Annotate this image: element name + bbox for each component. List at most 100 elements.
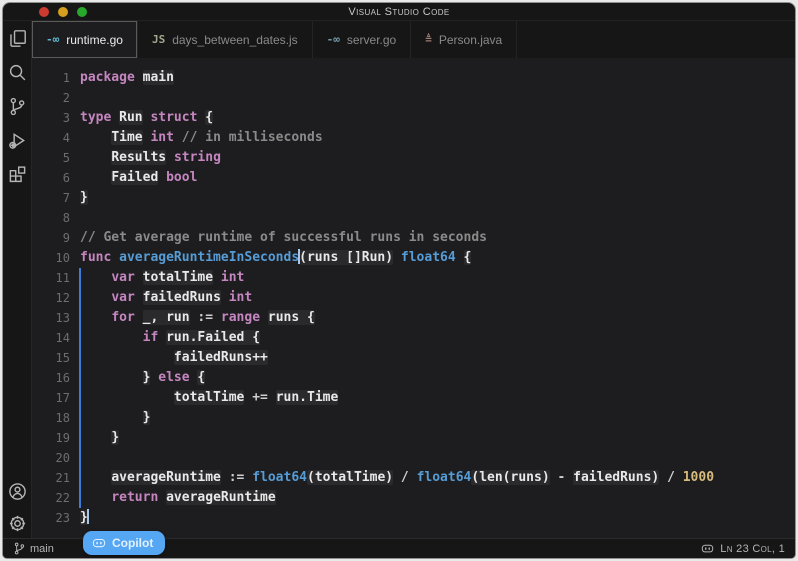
- code-line[interactable]: 4 Time int // in milliseconds: [32, 128, 795, 148]
- tab-runtime.go[interactable]: -∞ runtime.go: [32, 21, 138, 58]
- activity-search-button[interactable]: [6, 61, 28, 83]
- code-text: // Get average runtime of successful run…: [80, 228, 487, 248]
- activity-extensions-button[interactable]: [6, 163, 28, 185]
- code-text: func averageRuntimeInSeconds(runs []Run)…: [80, 248, 471, 268]
- js-file-icon: JS: [152, 33, 165, 46]
- java-file-icon: ≜: [425, 33, 432, 46]
- activity-explorer-button[interactable]: [6, 27, 28, 49]
- activity-bar: [3, 21, 32, 538]
- line-number: 23: [32, 508, 80, 528]
- code-text: averageRuntime := float64(totalTime) / f…: [80, 468, 714, 488]
- tab-label: Person.java: [439, 33, 502, 47]
- code-text: Results string: [80, 148, 221, 168]
- run-debug-icon: [8, 131, 27, 150]
- activity-account-button[interactable]: [6, 480, 28, 502]
- activity-source-control-button[interactable]: [6, 95, 28, 117]
- code-line[interactable]: 8: [32, 208, 795, 228]
- copilot-status[interactable]: [701, 542, 714, 555]
- code-text: return averageRuntime: [80, 488, 276, 508]
- line-number: 4: [32, 128, 80, 148]
- git-branch-icon: [13, 542, 26, 555]
- branch-name: main: [30, 543, 54, 555]
- title-bar: Visual Studio Code: [3, 3, 795, 21]
- line-number: 22: [32, 488, 80, 508]
- text-cursor: [87, 509, 89, 524]
- code-line[interactable]: 11 var totalTime int: [32, 268, 795, 288]
- code-text: }: [80, 508, 88, 528]
- code-text: }: [80, 188, 88, 208]
- line-number: 15: [32, 348, 80, 368]
- code-line[interactable]: 3type Run struct {: [32, 108, 795, 128]
- vscode-window: Visual Studio Code -∞ runtime.go JS days_be…: [2, 2, 796, 559]
- code-line[interactable]: 13 for _, run := range runs {: [32, 308, 795, 328]
- settings-gear-icon: [8, 514, 27, 533]
- line-number: 21: [32, 468, 80, 488]
- code-text: } else {: [80, 368, 205, 388]
- copilot-icon: [701, 542, 714, 555]
- code-line[interactable]: 15 failedRuns++: [32, 348, 795, 368]
- code-line[interactable]: 19 }: [32, 428, 795, 448]
- activity-run-debug-button[interactable]: [6, 129, 28, 151]
- tab-label: runtime.go: [66, 33, 123, 47]
- code-text: package main: [80, 68, 174, 88]
- line-number: 12: [32, 288, 80, 308]
- code-line[interactable]: 23}: [32, 508, 795, 528]
- code-line[interactable]: 18 }: [32, 408, 795, 428]
- code-line[interactable]: 10func averageRuntimeInSeconds(runs []Ru…: [32, 248, 795, 268]
- line-number: 5: [32, 148, 80, 168]
- line-number: 16: [32, 368, 80, 388]
- copilot-button[interactable]: Copilot: [83, 531, 165, 555]
- tab-server.go[interactable]: -∞server.go: [313, 21, 412, 58]
- code-line[interactable]: 9// Get average runtime of successful ru…: [32, 228, 795, 248]
- line-number: 19: [32, 428, 80, 448]
- line-number: 14: [32, 328, 80, 348]
- code-line[interactable]: 22 return averageRuntime: [32, 488, 795, 508]
- line-number: 18: [32, 408, 80, 428]
- go-file-icon: -∞: [327, 33, 340, 46]
- code-text: for _, run := range runs {: [80, 308, 315, 328]
- line-number: 1: [32, 68, 80, 88]
- code-line[interactable]: 21 averageRuntime := float64(totalTime) …: [32, 468, 795, 488]
- code-line[interactable]: 14 if run.Failed {: [32, 328, 795, 348]
- code-line[interactable]: 5 Results string: [32, 148, 795, 168]
- code-line[interactable]: 1package main: [32, 68, 795, 88]
- code-text: Time int // in milliseconds: [80, 128, 323, 148]
- code-text: var failedRuns int: [80, 288, 252, 308]
- tab-label: days_between_dates.js: [172, 33, 297, 47]
- line-number: 8: [32, 208, 80, 228]
- line-number: 9: [32, 228, 80, 248]
- code-line[interactable]: 16 } else {: [32, 368, 795, 388]
- code-text: Failed bool: [80, 168, 197, 188]
- code-line[interactable]: 7}: [32, 188, 795, 208]
- code-text: if run.Failed {: [80, 328, 260, 348]
- tab-days_between_dates.js[interactable]: JS days_between_dates.js: [138, 21, 313, 58]
- line-number: 3: [32, 108, 80, 128]
- cursor-position-indicator[interactable]: Ln 23 Col, 1: [720, 543, 785, 555]
- line-number: 13: [32, 308, 80, 328]
- activity-settings-gear-button[interactable]: [6, 512, 28, 534]
- code-line[interactable]: 20: [32, 448, 795, 468]
- line-number: 20: [32, 448, 80, 468]
- code-text: }: [80, 428, 119, 448]
- text-cursor: [298, 249, 300, 264]
- git-branch-indicator[interactable]: main: [13, 542, 54, 555]
- active-indent-guide: [79, 268, 81, 508]
- copilot-icon: [92, 536, 106, 550]
- code-line[interactable]: 6 Failed bool: [32, 168, 795, 188]
- explorer-icon: [8, 29, 27, 48]
- code-line[interactable]: 2: [32, 88, 795, 108]
- line-number: 10: [32, 248, 80, 268]
- line-number: 2: [32, 88, 80, 108]
- tab-bar: -∞ runtime.go JS days_between_dates.js -∞ser…: [32, 21, 795, 58]
- tab-Person.java[interactable]: ≜ Person.java: [411, 21, 517, 58]
- account-icon: [8, 482, 27, 501]
- line-number: 17: [32, 388, 80, 408]
- code-line[interactable]: 17 totalTime += run.Time: [32, 388, 795, 408]
- go-file-icon: -∞: [46, 33, 59, 46]
- line-number: 7: [32, 188, 80, 208]
- code-text: }: [80, 408, 150, 428]
- code-line[interactable]: 12 var failedRuns int: [32, 288, 795, 308]
- code-editor[interactable]: 1package main23type Run struct {4 Time i…: [32, 58, 795, 538]
- code-text: type Run struct {: [80, 108, 213, 128]
- line-number: 6: [32, 168, 80, 188]
